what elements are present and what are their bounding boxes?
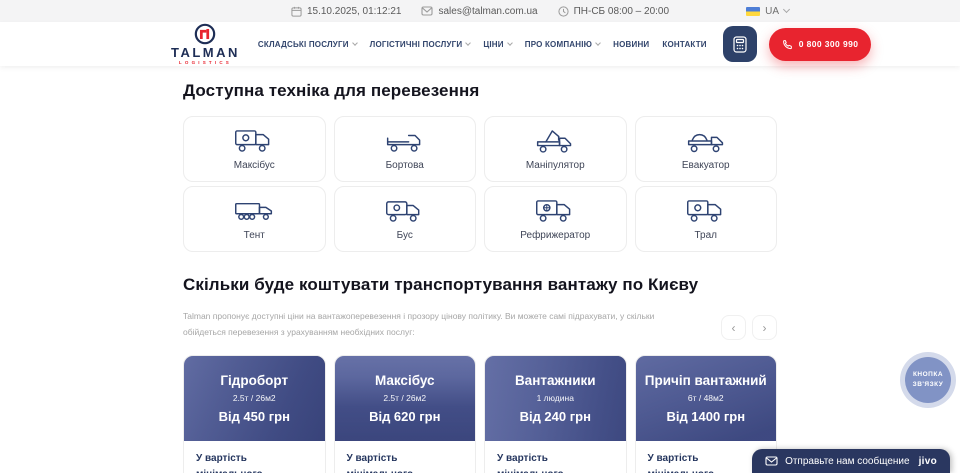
menu-item-news[interactable]: НОВИНИ	[613, 40, 649, 49]
equipment-grid: Максібус Бортова Маніпулятор Евакуатор Т…	[183, 116, 777, 252]
price-card-photo: Гідроборт 2.5т / 26м2 Від 450 грн	[184, 356, 325, 441]
contact-button-label: КНОПКА ЗВ'ЯЗКУ	[909, 370, 947, 390]
price-card-price: Від 1400 грн	[666, 409, 745, 424]
pricing-grid: Гідроборт 2.5т / 26м2 Від 450 грн У варт…	[183, 355, 777, 473]
equipment-label: Рефрижератор	[520, 230, 590, 241]
menu-item-contacts[interactable]: КОНТАКТИ	[662, 40, 706, 49]
price-card-note: У вартість мінімального замовлення за 45…	[335, 441, 476, 473]
phone-call-button[interactable]: 0 800 300 990	[769, 28, 872, 61]
equipment-section-title: Доступна техніка для перевезення	[183, 81, 777, 101]
calculator-icon	[733, 36, 747, 53]
box-truck-icon	[233, 127, 275, 155]
equipment-card-flatbed[interactable]: Бортова	[334, 116, 477, 182]
flatbed-truck-icon	[384, 127, 426, 155]
trailer-truck-icon	[685, 197, 727, 225]
chevron-down-icon	[783, 6, 790, 13]
language-selector[interactable]: UA	[746, 0, 789, 22]
main-content: Доступна техніка для перевезення Максібу…	[183, 81, 777, 473]
equipment-label: Маніпулятор	[526, 160, 585, 171]
phone-icon	[782, 39, 793, 50]
price-card-name: Вантажники	[515, 373, 596, 388]
logo-title: TALMAN	[171, 46, 240, 59]
chevron-down-icon	[507, 40, 513, 46]
menu-item-warehouse-services[interactable]: СКЛАДСЬКІ ПОСЛУГИ	[258, 40, 357, 49]
price-card-name: Причіп вантажний	[645, 373, 767, 388]
envelope-icon	[421, 6, 433, 16]
chat-widget[interactable]: Отправьте нам сообщение jivo	[752, 449, 950, 473]
price-card-price: Від 240 грн	[520, 409, 591, 424]
price-card-price: Від 450 грн	[219, 409, 290, 424]
pricing-description: Talman пропонує доступні ціни на вантажо…	[183, 308, 655, 340]
equipment-card-refrigerator[interactable]: Рефрижератор	[484, 186, 627, 252]
equipment-card-bus[interactable]: Бус	[334, 186, 477, 252]
chevron-down-icon	[352, 40, 358, 46]
crane-truck-icon	[534, 127, 576, 155]
main-menu: СКЛАДСЬКІ ПОСЛУГИ ЛОГІСТИЧНІ ПОСЛУГИ ЦІН…	[258, 40, 707, 49]
equipment-label: Трал	[694, 230, 717, 241]
navbar: TALMAN LOGISTICS СКЛАДСЬКІ ПОСЛУГИ ЛОГІС…	[0, 22, 960, 66]
price-card-photo: Вантажники 1 людина Від 240 грн	[485, 356, 626, 441]
equipment-label: Бортова	[386, 160, 424, 171]
equipment-card-evacuator[interactable]: Евакуатор	[635, 116, 778, 182]
calendar-icon	[291, 6, 302, 17]
fridge-truck-icon	[534, 197, 576, 225]
logo[interactable]: TALMAN LOGISTICS	[171, 23, 240, 66]
carousel-next-button[interactable]: ›	[752, 315, 777, 340]
email[interactable]: sales@talman.com.ua	[421, 6, 537, 17]
chevron-left-icon: ‹	[732, 322, 736, 334]
tow-truck-icon	[685, 127, 727, 155]
price-card-loaders[interactable]: Вантажники 1 людина Від 240 грн У вартіс…	[484, 355, 627, 473]
chevron-right-icon: ›	[763, 322, 767, 334]
equipment-label: Бус	[397, 230, 413, 241]
equipment-label: Евакуатор	[682, 160, 730, 171]
price-card-note: У вартість мінімального замовлення за 45…	[485, 441, 626, 473]
envelope-icon	[765, 456, 778, 466]
price-card-spec: 6т / 48м2	[688, 393, 724, 403]
chevron-down-icon	[595, 40, 601, 46]
price-card-spec: 2.5т / 26м2	[383, 393, 426, 403]
contact-floating-button[interactable]: КНОПКА ЗВ'ЯЗКУ	[900, 352, 956, 408]
clock-icon	[558, 6, 569, 17]
ua-flag-icon	[746, 7, 760, 16]
topbar: 15.10.2025, 01:12:21 sales@talman.com.ua…	[0, 0, 960, 22]
price-card-hydroboard[interactable]: Гідроборт 2.5т / 26м2 Від 450 грн У варт…	[183, 355, 326, 473]
chat-label: Отправьте нам сообщение	[785, 456, 910, 467]
price-card-note: У вартість мінімального замовлення за 45…	[184, 441, 325, 473]
price-card-price: Від 620 грн	[369, 409, 440, 424]
menu-item-about-company[interactable]: ПРО КОМПАНІЮ	[525, 40, 600, 49]
price-card-photo: Причіп вантажний 6т / 48м2 Від 1400 грн	[636, 356, 777, 441]
price-card-name: Максібус	[375, 373, 435, 388]
pricing-section-title: Скільки буде коштувати транспортування в…	[183, 275, 777, 295]
menu-item-logistics-services[interactable]: ЛОГІСТИЧНІ ПОСЛУГИ	[370, 40, 471, 49]
phone-number: 0 800 300 990	[799, 39, 859, 49]
datetime-text: 15.10.2025, 01:12:21	[307, 6, 402, 17]
equipment-label: Максібус	[234, 160, 275, 171]
tent-truck-icon	[233, 197, 275, 225]
price-card-name: Гідроборт	[220, 373, 288, 388]
carousel-prev-button[interactable]: ‹	[721, 315, 746, 340]
price-card-photo: Максібус 2.5т / 26м2 Від 620 грн	[335, 356, 476, 441]
carousel-arrows: ‹ ›	[721, 315, 777, 340]
email-text: sales@talman.com.ua	[438, 6, 537, 17]
equipment-card-maxibus[interactable]: Максібус	[183, 116, 326, 182]
calculator-button[interactable]	[723, 26, 757, 62]
working-hours: ПН-СБ 08:00 – 20:00	[558, 6, 669, 17]
equipment-card-tent[interactable]: Тент	[183, 186, 326, 252]
chevron-down-icon	[466, 40, 472, 46]
price-card-spec: 2.5т / 26м2	[233, 393, 276, 403]
price-card-spec: 1 людина	[537, 393, 574, 403]
datetime: 15.10.2025, 01:12:21	[291, 6, 402, 17]
equipment-card-manipulator[interactable]: Маніпулятор	[484, 116, 627, 182]
van-truck-icon	[384, 197, 426, 225]
price-card-maxibus[interactable]: Максібус 2.5т / 26м2 Від 620 грн У варті…	[334, 355, 477, 473]
language-label: UA	[765, 6, 779, 17]
equipment-label: Тент	[244, 230, 265, 241]
equipment-card-tral[interactable]: Трал	[635, 186, 778, 252]
talman-emblem-icon	[194, 23, 216, 45]
jivo-logo: jivo	[919, 456, 937, 467]
hours-text: ПН-СБ 08:00 – 20:00	[574, 6, 669, 17]
logo-subtitle: LOGISTICS	[179, 61, 232, 66]
menu-item-prices[interactable]: ЦІНИ	[483, 40, 511, 49]
